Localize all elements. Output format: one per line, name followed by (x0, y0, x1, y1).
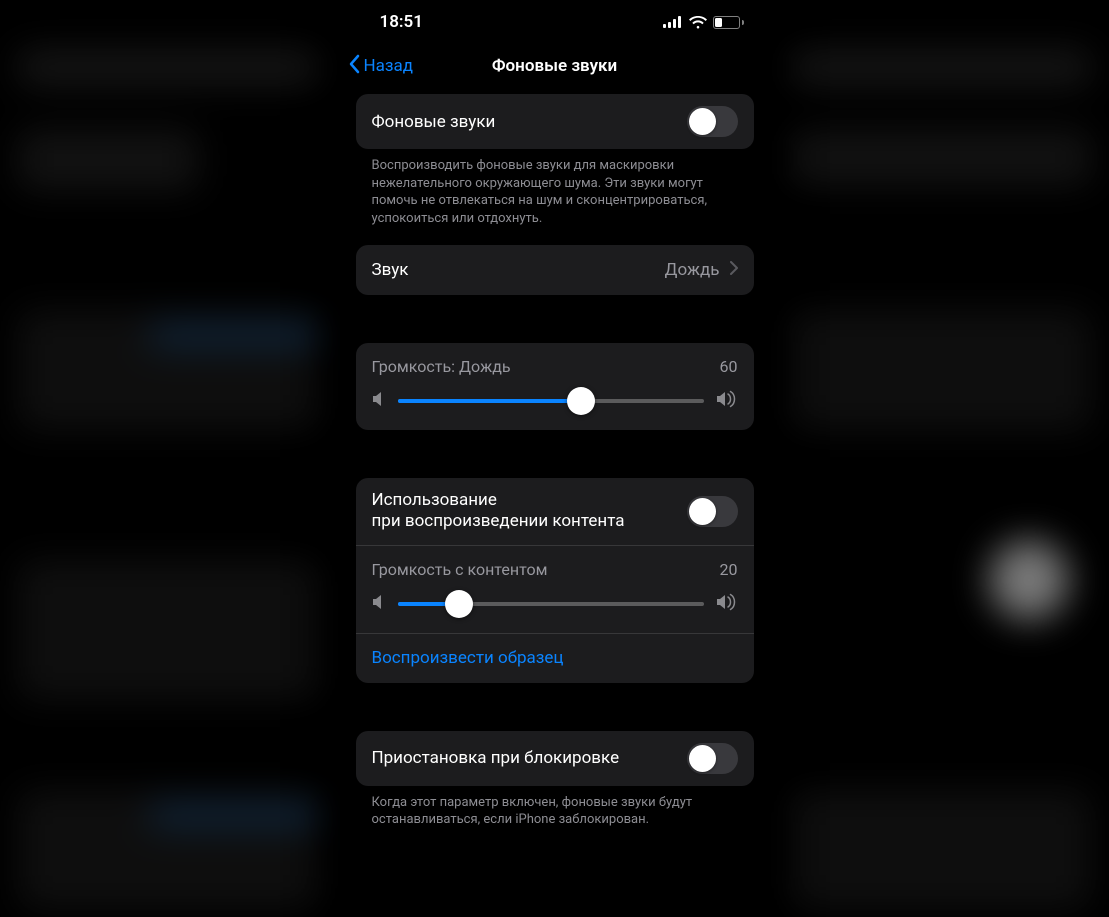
media-toggle-label: Использование при воспроизведении контен… (372, 490, 677, 533)
volume-low-icon (372, 391, 386, 411)
group-media: Использование при воспроизведении контен… (356, 478, 754, 683)
play-sample-button[interactable]: Воспроизвести образец (356, 633, 754, 683)
lock-toggle-label: Приостановка при блокировке (372, 748, 677, 768)
cellular-icon (663, 16, 683, 28)
group-lock: Приостановка при блокировке (356, 731, 754, 786)
row-background-sounds-toggle[interactable]: Фоновые звуки (356, 94, 754, 149)
media-volume-value: 20 (720, 560, 738, 579)
chevron-right-icon (730, 260, 738, 280)
volume-label: Громкость: Дождь (372, 357, 511, 376)
sound-label: Звук (372, 260, 655, 280)
play-sample-label: Воспроизвести образец (372, 648, 564, 668)
row-media-toggle[interactable]: Использование при воспроизведении контен… (356, 478, 754, 545)
background-sounds-label: Фоновые звуки (372, 112, 677, 132)
row-sound-selector[interactable]: Звук Дождь (356, 245, 754, 295)
back-label: Назад (364, 56, 414, 76)
background-sounds-switch[interactable] (687, 106, 738, 137)
volume-high-icon (716, 593, 738, 615)
group-sound: Звук Дождь (356, 245, 754, 295)
lock-switch[interactable] (687, 743, 738, 774)
media-volume-label: Громкость с контентом (372, 560, 548, 579)
group-volume: Громкость: Дождь 60 (356, 343, 754, 430)
background-sounds-description: Воспроизводить фоновые звуки для маскиро… (356, 149, 754, 227)
chevron-left-icon (348, 54, 360, 79)
sound-value: Дождь (665, 260, 720, 280)
status-time: 18:51 (380, 12, 423, 32)
page-title: Фоновые звуки (492, 56, 617, 76)
volume-high-icon (716, 390, 738, 412)
back-button[interactable]: Назад (348, 44, 414, 88)
media-volume-slider[interactable] (398, 602, 704, 606)
media-switch[interactable] (687, 496, 738, 527)
volume-value: 60 (720, 357, 738, 376)
status-bar: 18:51 31 (340, 0, 770, 44)
nav-bar: Назад Фоновые звуки (340, 44, 770, 88)
row-lock-toggle[interactable]: Приостановка при блокировке (356, 731, 754, 786)
lock-description: Когда этот параметр включен, фоновые зву… (356, 786, 754, 829)
volume-slider[interactable] (398, 399, 704, 403)
battery-icon: 31 (713, 16, 744, 29)
wifi-icon (689, 16, 707, 29)
volume-low-icon (372, 594, 386, 614)
phone-frame: 18:51 31 (340, 0, 770, 917)
group-background-sounds: Фоновые звуки (356, 94, 754, 149)
